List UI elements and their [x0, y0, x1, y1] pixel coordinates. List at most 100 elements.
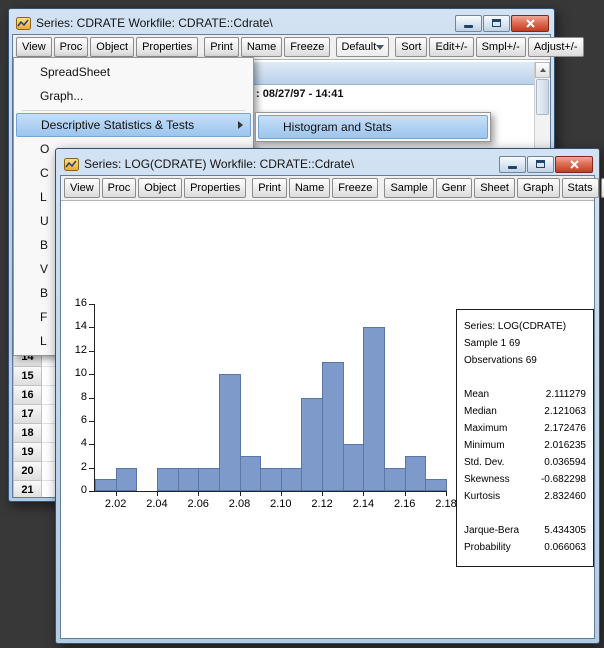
stat-label: Median: [464, 403, 497, 420]
stats-legend-box: Series: LOG(CDRATE)Sample 1 69Observatio…: [456, 309, 594, 567]
toolbar-button-properties[interactable]: Properties: [136, 37, 198, 57]
toolbar-button-object[interactable]: Object: [90, 37, 134, 57]
y-tick: [89, 444, 94, 445]
row-header[interactable]: 17: [13, 405, 42, 424]
x-tick: [116, 492, 117, 496]
x-tick: [446, 492, 447, 496]
y-tick: [89, 374, 94, 375]
stats-row: Jarque-Bera5.434305: [464, 522, 586, 539]
row-header[interactable]: 21: [13, 481, 42, 497]
histogram-bar: [405, 456, 427, 491]
x-tick-label: 2.02: [96, 498, 136, 510]
close-button[interactable]: [511, 15, 549, 32]
y-tick-label: 0: [61, 484, 87, 496]
toolbar-button-freeze[interactable]: Freeze: [332, 178, 378, 198]
x-tick: [363, 492, 364, 496]
menu-item-descriptive-stats[interactable]: Descriptive Statistics & Tests: [16, 113, 251, 137]
maximize-button[interactable]: [527, 156, 554, 173]
toolbar-button-freeze[interactable]: Freeze: [284, 37, 330, 57]
toolbar-button-genr[interactable]: Genr: [436, 178, 472, 198]
stat-value: 0.066063: [544, 539, 586, 556]
toolbar-button-view[interactable]: View: [16, 37, 52, 57]
toolbar-button-adjust-[interactable]: Adjust+/-: [528, 37, 584, 57]
stats-header-line: Series: LOG(CDRATE): [464, 318, 586, 335]
eviews-series-icon: [16, 17, 31, 30]
y-tick: [89, 491, 94, 492]
y-tick-label: 14: [61, 320, 87, 332]
histogram-bar: [219, 374, 241, 491]
y-tick: [89, 468, 94, 469]
desktop: Series: CDRATE Workfile: CDRATE::Cdrate\…: [0, 0, 604, 648]
histogram-bar: [343, 444, 365, 491]
maximize-button[interactable]: [483, 15, 510, 32]
histogram-bar: [425, 479, 447, 491]
menu-item-histogram-and-stats[interactable]: Histogram and Stats: [258, 115, 488, 139]
x-tick-label: 2.04: [137, 498, 177, 510]
toolbar-button-sort[interactable]: Sort: [395, 37, 427, 57]
toolbar-button-sample[interactable]: Sample: [384, 178, 433, 198]
row-header[interactable]: 18: [13, 424, 42, 443]
toolbar-button-graph[interactable]: Graph: [517, 178, 560, 198]
toolbar-button-properties[interactable]: Properties: [184, 178, 246, 198]
close-button[interactable]: [555, 156, 593, 173]
y-tick-label: 10: [61, 367, 87, 379]
combobox-value: Default: [341, 41, 376, 53]
menu-item-graph[interactable]: Graph...: [16, 84, 251, 108]
toolbar-button-view[interactable]: View: [64, 178, 100, 198]
stat-label: Jarque-Bera: [464, 522, 519, 539]
toolbar-button-ident[interactable]: Ident: [601, 178, 604, 198]
x-tick: [322, 492, 323, 496]
stats-header-line: Observations 69: [464, 352, 586, 369]
fg-titlebar[interactable]: Series: LOG(CDRATE) Workfile: CDRATE::Cd…: [60, 153, 595, 175]
toolbar-button-object[interactable]: Object: [138, 178, 182, 198]
toolbar-button-name[interactable]: Name: [289, 178, 330, 198]
row-header[interactable]: 20: [13, 462, 42, 481]
toolbar-button-print[interactable]: Print: [204, 37, 239, 57]
y-tick: [89, 327, 94, 328]
stats-spacer: [464, 505, 586, 522]
eviews-series-icon: [64, 158, 79, 171]
histogram-bar: [363, 327, 385, 491]
stats-row: Median 2.121063: [464, 403, 586, 420]
toolbar-button-edit-[interactable]: Edit+/-: [429, 37, 473, 57]
row-header[interactable]: 15: [13, 367, 42, 386]
stat-value: 0.036594: [544, 454, 586, 471]
minimize-button[interactable]: [455, 15, 482, 32]
histogram-chart: Series: LOG(CDRATE)Sample 1 69Observatio…: [61, 201, 594, 638]
stats-row: Probability0.066063: [464, 539, 586, 556]
scroll-up-icon[interactable]: [535, 62, 550, 78]
stat-value: 2.121063: [544, 403, 586, 420]
toolbar-button-proc[interactable]: Proc: [54, 37, 89, 57]
histogram-bar: [240, 456, 262, 491]
stat-value: 2.832460: [544, 488, 586, 505]
histogram-bar: [178, 468, 200, 491]
bg-titlebar[interactable]: Series: CDRATE Workfile: CDRATE::Cdrate\: [12, 12, 551, 34]
bg-window-title: Series: CDRATE Workfile: CDRATE::Cdrate\: [36, 16, 450, 30]
row-header[interactable]: 19: [13, 443, 42, 462]
y-tick: [89, 398, 94, 399]
toolbar-button-name[interactable]: Name: [241, 37, 282, 57]
toolbar-button-smpl-[interactable]: Smpl+/-: [476, 37, 526, 57]
default-combobox[interactable]: Default: [336, 37, 389, 57]
stats-row: Std. Dev. 0.036594: [464, 454, 586, 471]
scrollbar-thumb[interactable]: [536, 79, 549, 115]
menu-item-spreadsheet[interactable]: SpreadSheet: [16, 60, 251, 84]
stats-row: Maximum2.172476: [464, 420, 586, 437]
stat-label: Std. Dev.: [464, 454, 504, 471]
x-tick-label: 2.18: [426, 498, 466, 510]
row-header[interactable]: 16: [13, 386, 42, 405]
toolbar-button-stats[interactable]: Stats: [562, 178, 599, 198]
y-tick-label: 2: [61, 461, 87, 473]
toolbar-button-print[interactable]: Print: [252, 178, 287, 198]
toolbar-button-sheet[interactable]: Sheet: [474, 178, 515, 198]
toolbar-button-proc[interactable]: Proc: [102, 178, 137, 198]
submenu-arrow-icon: [238, 121, 243, 129]
histogram-bar: [301, 398, 323, 492]
histogram-bar: [116, 468, 138, 491]
minimize-button[interactable]: [499, 156, 526, 173]
y-tick-label: 16: [61, 297, 87, 309]
chevron-down-icon: [376, 45, 384, 50]
y-axis-line: [94, 304, 95, 492]
histogram-bar: [157, 468, 179, 491]
y-tick: [89, 351, 94, 352]
